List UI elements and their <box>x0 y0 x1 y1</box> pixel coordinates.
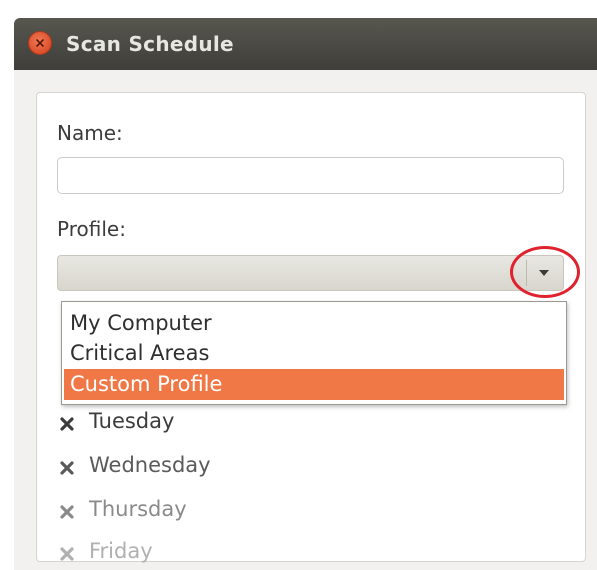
check-x-icon <box>60 547 74 561</box>
window-title: Scan Schedule <box>66 32 234 56</box>
check-x-icon <box>60 505 74 519</box>
close-button[interactable] <box>28 31 52 55</box>
dropdown-option-my-computer[interactable]: My Computer <box>64 308 564 339</box>
profile-combobox[interactable] <box>57 255 564 291</box>
day-label-wednesday: Wednesday <box>89 453 211 477</box>
dialog-body: Name: Profile: Tuesday Wednesday Thursda… <box>14 70 597 570</box>
chevron-down-icon[interactable] <box>539 270 549 276</box>
dropdown-option-critical-areas[interactable]: Critical Areas <box>64 338 564 369</box>
title-bar: Scan Schedule <box>14 18 597 70</box>
close-icon <box>35 38 45 48</box>
combo-separator <box>526 260 527 286</box>
profile-label: Profile: <box>57 217 126 241</box>
form-panel: Name: Profile: Tuesday Wednesday Thursda… <box>36 92 586 563</box>
check-x-icon <box>60 461 74 475</box>
name-label: Name: <box>57 121 123 145</box>
day-label-thursday: Thursday <box>89 497 187 521</box>
day-label-tuesday: Tuesday <box>89 409 175 433</box>
profile-dropdown-list: My Computer Critical Areas Custom Profil… <box>61 301 567 405</box>
day-label-friday: Friday <box>89 539 153 563</box>
check-x-icon <box>60 417 74 431</box>
dropdown-option-custom-profile[interactable]: Custom Profile <box>64 369 564 400</box>
name-input[interactable] <box>57 157 564 194</box>
